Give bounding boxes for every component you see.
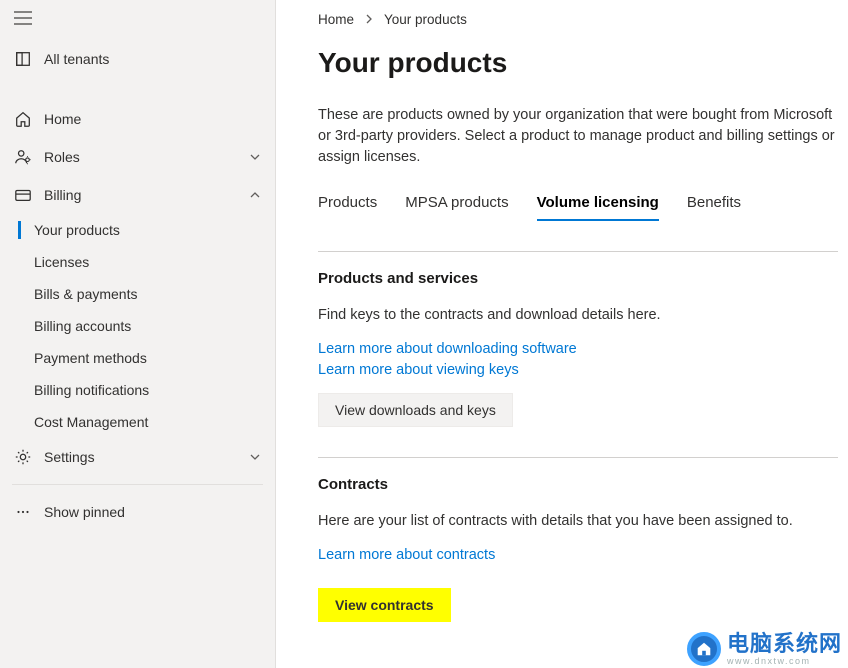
roles-icon <box>12 148 34 166</box>
chevron-down-icon <box>247 451 263 463</box>
nav-billing-your-products[interactable]: Your products <box>0 214 275 246</box>
tabs: Products MPSA products Volume licensing … <box>318 194 838 221</box>
gear-icon <box>12 448 34 466</box>
view-contracts-button[interactable]: View contracts <box>318 588 451 622</box>
nav-billing-billing-accounts[interactable]: Billing accounts <box>0 310 275 342</box>
link-learn-downloading[interactable]: Learn more about downloading software <box>318 339 838 360</box>
link-learn-contracts[interactable]: Learn more about contracts <box>318 545 838 566</box>
nav-label: Home <box>44 111 263 127</box>
home-icon <box>12 110 34 128</box>
section-heading-products-services: Products and services <box>318 270 838 287</box>
tab-volume-licensing[interactable]: Volume licensing <box>537 194 659 221</box>
more-icon <box>12 503 34 521</box>
chevron-down-icon <box>247 151 263 163</box>
nav-sub-label: Billing accounts <box>34 318 131 334</box>
hamburger-menu-button[interactable] <box>0 0 46 36</box>
section-body: Here are your list of contracts with det… <box>318 513 838 529</box>
chevron-right-icon <box>364 12 374 27</box>
nav-billing-bills-payments[interactable]: Bills & payments <box>0 278 275 310</box>
chevron-up-icon <box>247 189 263 201</box>
hamburger-icon <box>14 11 32 25</box>
nav-billing-cost-management[interactable]: Cost Management <box>0 406 275 438</box>
nav-divider <box>12 484 263 485</box>
nav-billing[interactable]: Billing <box>0 176 275 214</box>
breadcrumb: Home Your products <box>318 12 838 27</box>
tab-mpsa-products[interactable]: MPSA products <box>405 194 508 221</box>
view-downloads-keys-button[interactable]: View downloads and keys <box>318 393 513 427</box>
nav-sub-label: Bills & payments <box>34 286 137 302</box>
nav-label: Roles <box>44 149 247 165</box>
nav-home[interactable]: Home <box>0 100 275 138</box>
tab-products[interactable]: Products <box>318 194 377 221</box>
billing-icon <box>12 186 34 204</box>
main-content: Home Your products Your products These a… <box>276 0 848 668</box>
nav-settings[interactable]: Settings <box>0 438 275 476</box>
sidebar: All tenants Home Roles <box>0 0 276 668</box>
section-heading-contracts: Contracts <box>318 476 838 493</box>
nav-roles[interactable]: Roles <box>0 138 275 176</box>
link-learn-viewing-keys[interactable]: Learn more about viewing keys <box>318 360 838 381</box>
section-body: Find keys to the contracts and download … <box>318 307 838 323</box>
nav-label: Settings <box>44 449 247 465</box>
nav-label: Billing <box>44 187 247 203</box>
nav-sub-label: Cost Management <box>34 414 148 430</box>
nav-sub-label: Billing notifications <box>34 382 149 398</box>
nav-sub-label: Your products <box>34 222 120 238</box>
nav-sub-label: Licenses <box>34 254 89 270</box>
tenants-icon <box>12 50 34 68</box>
nav-all-tenants[interactable]: All tenants <box>0 40 275 78</box>
nav-label: Show pinned <box>44 504 263 520</box>
nav-show-pinned[interactable]: Show pinned <box>0 493 275 531</box>
section-divider <box>318 457 838 458</box>
nav-label: All tenants <box>44 51 263 67</box>
breadcrumb-current: Your products <box>384 12 467 27</box>
breadcrumb-home[interactable]: Home <box>318 12 354 27</box>
nav-billing-licenses[interactable]: Licenses <box>0 246 275 278</box>
nav-sub-label: Payment methods <box>34 350 147 366</box>
page-intro: These are products owned by your organiz… <box>318 105 838 168</box>
page-title: Your products <box>318 47 838 79</box>
nav-billing-payment-methods[interactable]: Payment methods <box>0 342 275 374</box>
nav-billing-billing-notifications[interactable]: Billing notifications <box>0 374 275 406</box>
section-divider <box>318 251 838 252</box>
tab-benefits[interactable]: Benefits <box>687 194 741 221</box>
